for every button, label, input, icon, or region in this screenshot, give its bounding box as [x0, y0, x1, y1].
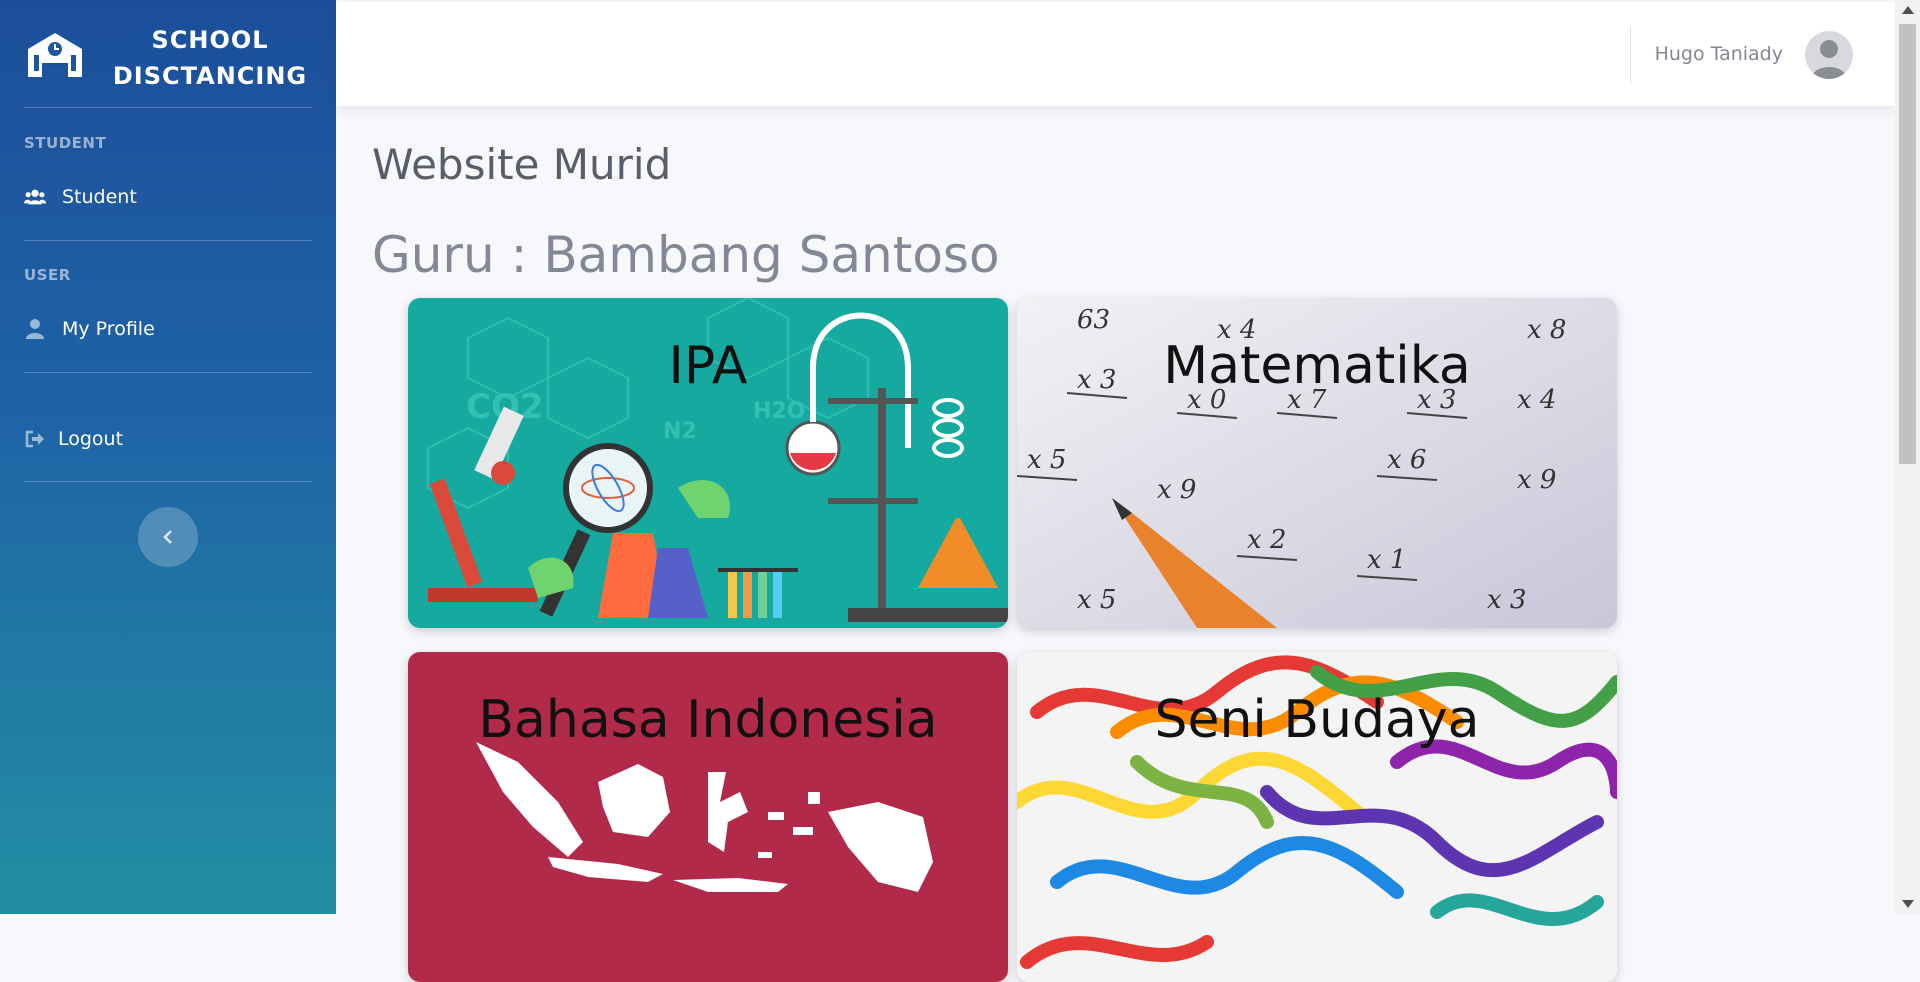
scroll-up-icon[interactable]: [1902, 6, 1914, 14]
sidebar-heading-user: USER: [24, 266, 71, 284]
chevron-left-icon: [163, 530, 172, 544]
subject-card-bahasa-indonesia[interactable]: Bahasa Indonesia: [408, 652, 1008, 982]
sidebar-item-logout[interactable]: Logout: [24, 428, 123, 450]
svg-text:x 5: x 5: [1027, 445, 1066, 475]
svg-text:63: 63: [1077, 305, 1110, 335]
brand-line-2: DISCTANCING: [112, 62, 308, 90]
subject-card-matematika[interactable]: 63 x 4 x 8 x 3 x 0 x 7 x 3 x 4 x 5 x 9 x…: [1017, 298, 1617, 628]
sidebar: SCHOOL DISCTANCING STUDENT Student USER: [0, 0, 336, 914]
sidebar-item-label: Student: [62, 186, 137, 208]
sidebar-item-my-profile[interactable]: My Profile: [24, 318, 155, 340]
sidebar-divider: [24, 481, 312, 482]
subject-card-seni-budaya[interactable]: Seni Budaya: [1017, 652, 1617, 982]
subject-title: IPA: [668, 336, 748, 396]
topbar-divider: [1630, 26, 1631, 84]
sidebar-item-student[interactable]: Student: [24, 186, 137, 208]
subject-title: Bahasa Indonesia: [478, 690, 938, 750]
topbar: Hugo Taniady: [336, 2, 1895, 106]
user-icon: [24, 318, 46, 340]
svg-text:x 9: x 9: [1157, 475, 1196, 505]
svg-text:x 1: x 1: [1367, 545, 1406, 575]
scroll-thumb[interactable]: [1899, 24, 1916, 464]
svg-text:N2: N2: [663, 419, 697, 444]
teacher-name: Guru : Bambang Santoso: [372, 226, 1000, 284]
school-icon: [28, 33, 82, 77]
sidebar-item-label: Logout: [58, 428, 124, 450]
sidebar-heading-student: STUDENT: [24, 134, 107, 152]
subject-title: Matematika: [1163, 336, 1471, 396]
sidebar-divider: [24, 107, 312, 108]
svg-text:x 6: x 6: [1387, 445, 1426, 475]
scroll-down-icon[interactable]: [1902, 900, 1914, 908]
subject-title: Seni Budaya: [1154, 690, 1480, 750]
page-scrollbar[interactable]: [1895, 0, 1920, 914]
sign-out-icon: [24, 428, 46, 450]
svg-text:x 3: x 3: [1487, 585, 1526, 615]
svg-text:x 9: x 9: [1517, 465, 1556, 495]
user-name[interactable]: Hugo Taniady: [1655, 2, 1783, 106]
brand[interactable]: SCHOOL DISCTANCING: [24, 22, 324, 90]
svg-text:H2O: H2O: [753, 399, 805, 424]
svg-text:x 5: x 5: [1077, 585, 1116, 615]
users-icon: [24, 186, 46, 208]
sidebar-divider: [24, 372, 312, 373]
page-title: Website Murid: [372, 140, 672, 189]
brand-line-1: SCHOOL: [151, 26, 269, 54]
sidebar-divider: [24, 240, 312, 241]
subject-card-ipa[interactable]: CO2 N2 H2O IPA: [408, 298, 1008, 628]
sidebar-item-label: My Profile: [62, 318, 155, 340]
avatar-icon[interactable]: [1805, 31, 1853, 79]
svg-text:x 2: x 2: [1247, 525, 1286, 555]
brand-name: SCHOOL DISCTANCING: [110, 22, 310, 94]
sidebar-toggle-button[interactable]: [138, 507, 198, 567]
